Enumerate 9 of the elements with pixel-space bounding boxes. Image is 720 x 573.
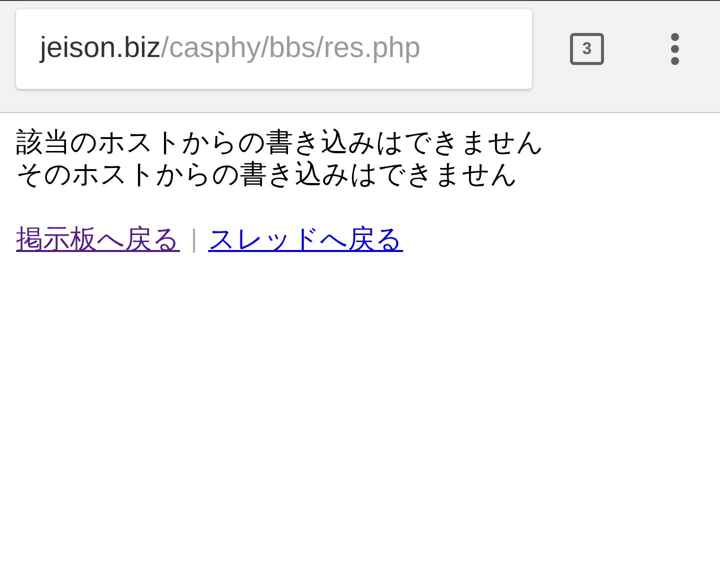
back-link[interactable]: 掲示板へ戻る — [16, 221, 180, 257]
error-message: 該当のホストからの書き込みはできません — [16, 127, 545, 159]
error-message: そのホストからの書き込みはできません — [16, 159, 519, 191]
separator: | — [190, 225, 198, 253]
menu-icon[interactable] — [670, 32, 680, 66]
address-bar[interactable]: jeison.biz/casphy/bbs/res.php — [16, 8, 532, 88]
tab-count-button[interactable]: 3 — [570, 32, 604, 64]
back-link[interactable]: スレッドへ戻る — [208, 221, 404, 257]
url-text: jeison.biz/casphy/bbs/res.php — [40, 32, 420, 65]
